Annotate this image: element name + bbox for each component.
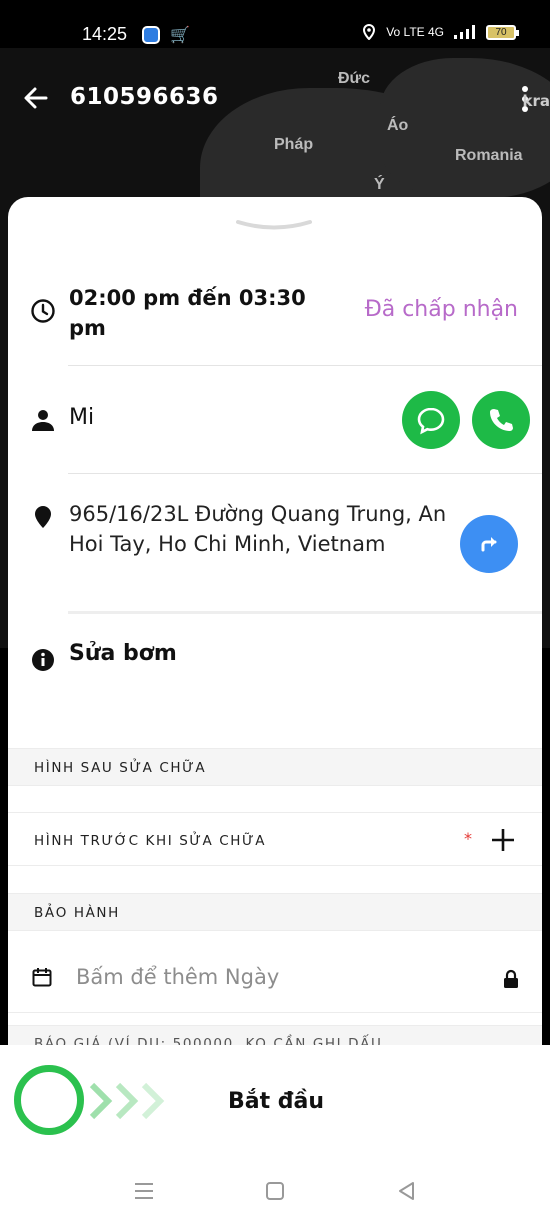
directions-arrow-icon — [481, 537, 497, 552]
chat-bubble-icon — [417, 407, 445, 435]
add-photo-plus-icon[interactable] — [490, 827, 516, 853]
app-notification-icon — [142, 26, 160, 44]
back-arrow-icon[interactable] — [22, 84, 50, 112]
location-pin-icon — [35, 506, 51, 528]
job-description: Sửa bơm — [69, 641, 177, 666]
recents-menu-icon[interactable] — [132, 1179, 156, 1203]
after-repair-section: HÌNH SAU SỬA CHỮA — [8, 748, 542, 786]
person-icon — [32, 410, 54, 431]
warranty-section: BẢO HÀNH — [8, 893, 542, 931]
bottom-action-bar: Bắt đầu — [0, 1045, 550, 1224]
map-label: Romania — [455, 147, 523, 164]
network-label: Vo LTE 4G — [386, 25, 444, 39]
call-button[interactable] — [472, 391, 530, 449]
battery-icon: 70 — [486, 24, 519, 40]
message-button[interactable] — [402, 391, 460, 449]
status-time: 14:25 — [82, 24, 128, 44]
location-icon — [363, 24, 376, 40]
map-label: Ý — [374, 176, 385, 193]
order-id-title: 610596636 — [70, 84, 219, 110]
map-label: Pháp — [274, 136, 314, 153]
status-indicators: Vo LTE 4G 70 — [362, 24, 519, 40]
customer-name: Mi — [69, 405, 95, 430]
warranty-label: BẢO HÀNH — [34, 905, 120, 921]
after-repair-label: HÌNH SAU SỬA CHỮA — [34, 760, 207, 776]
status-badge: Đã chấp nhận — [364, 297, 518, 322]
divider — [68, 473, 542, 474]
start-label[interactable]: Bắt đầu — [228, 1089, 324, 1114]
start-slider-handle[interactable] — [14, 1065, 84, 1135]
directions-button[interactable] — [460, 515, 518, 573]
collapse-handle-icon[interactable] — [236, 219, 312, 231]
calendar-icon — [32, 968, 52, 987]
map-overflow-label: kra — [522, 92, 550, 110]
cart-notification-icon: 🛒 — [170, 25, 190, 44]
lock-icon — [504, 969, 518, 988]
clock-icon — [31, 299, 55, 323]
phone-icon — [490, 409, 513, 431]
warranty-date-row[interactable]: Bấm để thêm Ngày — [8, 951, 542, 1013]
home-square-icon[interactable] — [263, 1179, 287, 1203]
swipe-chevrons-icon — [89, 1082, 165, 1120]
signal-icon — [454, 25, 475, 39]
divider — [68, 611, 542, 614]
system-nav-bar — [0, 1171, 550, 1211]
job-detail-sheet: 02:00 pm đến 03:30 pm Đã chấp nhận Mi 96… — [8, 197, 542, 1057]
required-indicator: * — [464, 829, 472, 848]
back-triangle-icon[interactable] — [394, 1179, 418, 1203]
time-range: 02:00 pm đến 03:30 pm — [69, 286, 306, 340]
address-text: 965/16/23L Đường Quang Trung, An Hoi Tay… — [69, 502, 447, 556]
header: 610596636 kra — [0, 78, 550, 122]
before-repair-row[interactable]: HÌNH TRƯỚC KHI SỬA CHỮA * — [8, 812, 542, 866]
divider — [68, 365, 542, 366]
before-repair-label: HÌNH TRƯỚC KHI SỬA CHỮA — [34, 833, 267, 849]
warranty-date-placeholder: Bấm để thêm Ngày — [76, 965, 280, 989]
info-icon — [32, 649, 54, 671]
